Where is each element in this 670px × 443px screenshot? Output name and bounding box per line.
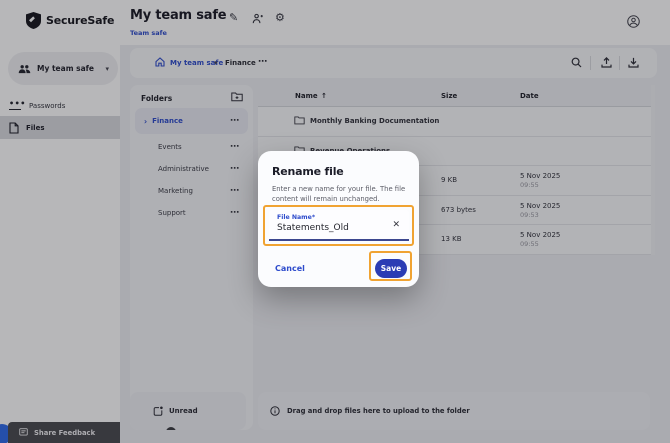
file-name-value: Statements_Old [277,223,349,233]
file-name-input[interactable]: File Name* Statements_Old ✕ [269,210,409,241]
file-name-label: File Name* [277,214,315,221]
modal-body-text: Enter a new name for your file. The file… [272,185,408,204]
clear-input-icon[interactable]: ✕ [392,220,400,230]
save-button[interactable]: Save [375,259,407,278]
cancel-button[interactable]: Cancel [275,264,305,273]
rename-file-modal: Rename file Enter a new name for your fi… [258,151,419,287]
securesafe-app: SecureSafe My team safe ✎ ⚙ Team safe [0,0,670,443]
modal-title: Rename file [272,165,344,178]
